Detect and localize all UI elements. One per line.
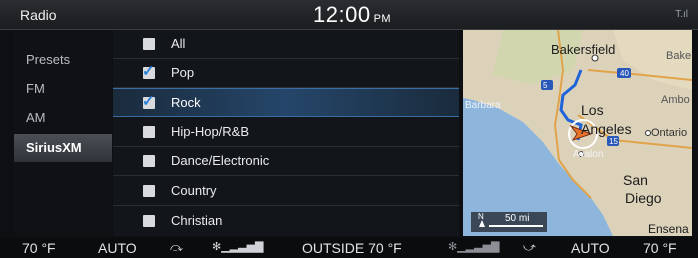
north-indicator: N: [478, 212, 484, 221]
genre-label: Rock: [171, 95, 201, 110]
checkbox[interactable]: ✓: [142, 93, 155, 110]
clock-time: 12:00: [313, 2, 371, 27]
sidebar-item-label: Presets: [26, 52, 71, 67]
genre-list: All ✓ Pop ✓ Rock Hip-Hop/R&B Dance/Elect…: [113, 30, 459, 236]
map-label-san: San: [623, 172, 648, 188]
checkbox[interactable]: [143, 126, 155, 138]
climate-bar: 70 °F AUTO ⤼ ✻▁▂▃▅▇ OUTSIDE 70 °F ✻▁▂▃▅▇…: [0, 238, 698, 258]
seat-airflow-icon[interactable]: ⤻: [523, 240, 536, 255]
clock: 12:00 PM: [313, 2, 391, 28]
source-sidebar: Presets FM AM SiriusXM: [14, 30, 112, 236]
genre-row[interactable]: Country: [113, 177, 459, 206]
map-scale: 50 mi: [505, 213, 530, 224]
navigation-map[interactable]: Bakersfield Bake Barbara Ambo Los Angele…: [463, 30, 692, 236]
map-label-bake: Bake: [666, 50, 692, 62]
clock-ampm: PM: [373, 13, 392, 25]
genre-label: Christian: [171, 213, 223, 228]
seat-airflow-icon[interactable]: ⤼: [170, 240, 183, 255]
sidebar-item-siriusxm[interactable]: SiriusXM: [14, 134, 112, 162]
checkbox[interactable]: [143, 155, 155, 167]
checkbox[interactable]: ✓: [142, 63, 155, 80]
fan-speed-icon[interactable]: ✻▁▂▃▅▇: [448, 240, 500, 253]
genre-label: Pop: [171, 65, 195, 80]
genre-label: Country: [171, 183, 217, 198]
sidebar-item-label: AM: [26, 110, 46, 125]
genre-row[interactable]: All: [113, 30, 459, 59]
sidebar-item-fm[interactable]: FM: [14, 75, 112, 103]
app-title: Radio: [20, 7, 57, 23]
fan-speed-icon[interactable]: ✻▁▂▃▅▇: [212, 240, 264, 253]
highway-shield-40: 40: [620, 69, 629, 78]
genre-row[interactable]: Hip-Hop/R&B: [113, 118, 459, 147]
checkbox[interactable]: [143, 185, 155, 197]
highway-shield-5: 5: [543, 81, 548, 90]
outside-temp: OUTSIDE 70 °F: [302, 240, 402, 256]
map-label-ambo: Ambo: [661, 94, 690, 106]
checkbox[interactable]: [143, 215, 155, 227]
check-icon: ✓: [142, 93, 155, 110]
genre-row-selected[interactable]: ✓ Rock: [113, 88, 459, 117]
map-label-los: Los: [581, 102, 604, 118]
sidebar-item-label: SiriusXM: [26, 140, 82, 155]
sidebar-item-presets[interactable]: Presets: [14, 46, 112, 74]
map-label-avalon: Avalon: [573, 149, 604, 160]
genre-row[interactable]: ✓ Pop: [113, 59, 459, 88]
right-auto-mode[interactable]: AUTO: [571, 240, 610, 256]
genre-label: Dance/Electronic: [171, 153, 270, 168]
check-icon: ✓: [142, 63, 155, 80]
map-label-ontario: Ontario: [651, 127, 688, 139]
status-bar: Radio 12:00 PM T.ıl: [0, 0, 698, 30]
genre-row[interactable]: Christian: [113, 207, 459, 236]
left-auto-mode[interactable]: AUTO: [98, 240, 137, 256]
left-temp[interactable]: 70 °F: [22, 240, 56, 256]
genre-label: Hip-Hop/R&B: [171, 124, 250, 139]
map-label-diego: Diego: [625, 190, 662, 206]
checkbox[interactable]: [143, 38, 155, 50]
sidebar-item-label: FM: [26, 81, 45, 96]
map-label-barbara: Barbara: [465, 100, 501, 111]
genre-label: All: [171, 36, 186, 51]
signal-icon: T.ıl: [675, 9, 688, 20]
highway-shield-15: 15: [609, 137, 618, 146]
map-label-ensena: Ensena: [648, 222, 689, 236]
map-label-angeles: Angeles: [581, 121, 632, 137]
sidebar-item-am[interactable]: AM: [14, 104, 112, 132]
map-label-bakersfield: Bakersfield: [551, 42, 616, 57]
genre-row[interactable]: Dance/Electronic: [113, 147, 459, 176]
right-temp[interactable]: 70 °F: [643, 240, 677, 256]
